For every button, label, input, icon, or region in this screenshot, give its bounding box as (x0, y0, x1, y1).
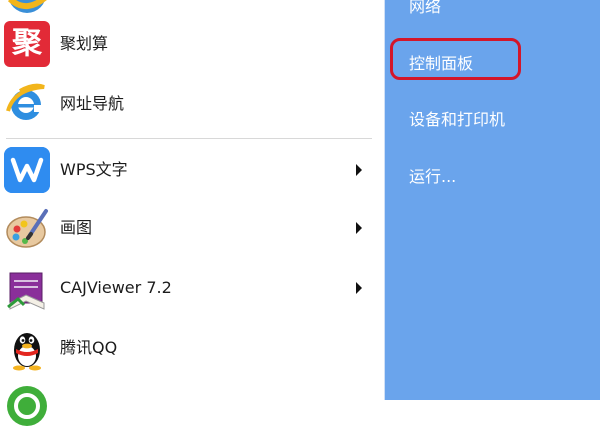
control-panel-highlight-annotation (390, 38, 521, 80)
360-browser-icon (7, 386, 47, 426)
submenu-arrow-icon[interactable] (356, 222, 362, 234)
right-item-run[interactable]: 运行... (409, 165, 456, 189)
program-item-web-nav[interactable]: 网址导航 (0, 74, 384, 134)
paint-palette-icon (6, 209, 48, 248)
juhuasuan-icon: 聚 (4, 21, 50, 67)
program-item-cajviewer[interactable]: CAJViewer 7.2 (0, 258, 384, 318)
wps-icon (4, 147, 50, 193)
program-item-bottom-partial[interactable] (0, 376, 384, 436)
qq-penguin-icon (13, 333, 41, 371)
start-menu-program-list: 聚 聚划算 网址导航 WPS文字 画图 CAJViewer 7.2 腾讯QQ (0, 0, 384, 426)
program-label: 网址导航 (60, 94, 125, 113)
program-label: CAJViewer 7.2 (60, 278, 172, 297)
submenu-arrow-icon[interactable] (356, 282, 362, 294)
program-item-qq[interactable]: 腾讯QQ (0, 318, 384, 378)
program-label: 腾讯QQ (60, 338, 118, 357)
program-item-paint[interactable]: 画图 (0, 198, 384, 258)
cajviewer-icon (7, 272, 45, 310)
program-item-wps-writer[interactable]: WPS文字 (0, 140, 384, 200)
program-label: 聚划算 (60, 34, 109, 53)
ie-icon (6, 83, 45, 120)
program-label: WPS文字 (60, 160, 128, 179)
submenu-arrow-icon[interactable] (356, 164, 362, 176)
right-item-network[interactable]: 网络 (409, 0, 441, 19)
program-label: 画图 (60, 218, 93, 237)
program-item-juhuasuan[interactable]: 聚 聚划算 (0, 14, 384, 74)
separator (6, 138, 372, 139)
right-item-devices-printers[interactable]: 设备和打印机 (409, 108, 505, 132)
